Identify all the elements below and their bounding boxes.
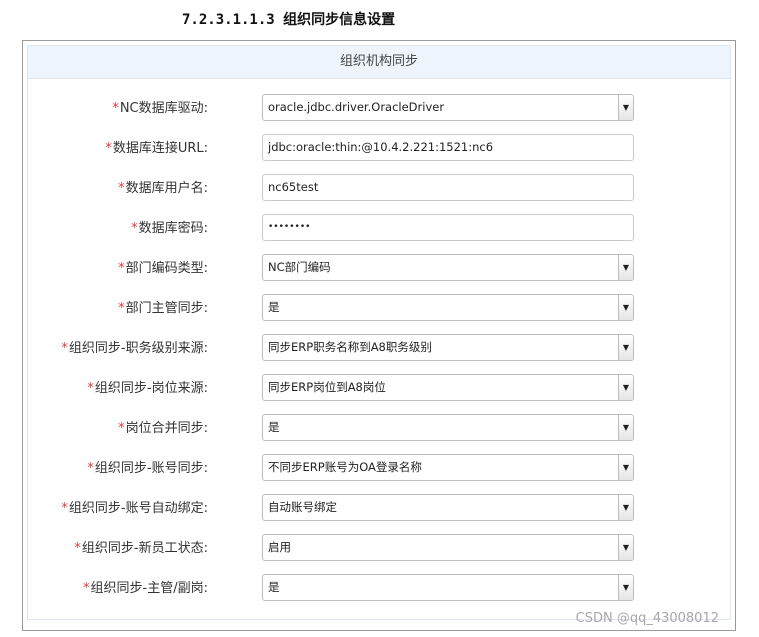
selected-value: 是	[268, 580, 280, 594]
new-employee-status-select[interactable]: 启用 ▼	[262, 534, 634, 561]
form-row-post-source: *组织同步-岗位来源: 同步ERP岗位到A8岗位 ▼	[28, 374, 730, 404]
required-marker: *	[118, 301, 125, 316]
account-auto-bind-select[interactable]: 自动账号绑定 ▼	[262, 494, 634, 521]
field-label: *数据库用户名:	[118, 174, 208, 204]
field-label: *数据库连接URL:	[105, 134, 208, 164]
post-merge-sync-select[interactable]: 是 ▼	[262, 414, 634, 441]
selected-value: oracle.jdbc.driver.OracleDriver	[268, 100, 445, 114]
required-marker: *	[74, 541, 81, 556]
csdn-watermark: CSDN @qq_43008012	[575, 611, 719, 626]
form-row-manager-deputy-post: *组织同步-主管/副岗: 是 ▼	[28, 574, 730, 604]
chevron-down-icon[interactable]: ▼	[618, 95, 633, 120]
account-sync-select[interactable]: 不同步ERP账号为OA登录名称 ▼	[262, 454, 634, 481]
selected-value: 同步ERP职务名称到A8职务级别	[268, 340, 432, 354]
chevron-down-icon[interactable]: ▼	[618, 455, 633, 480]
db-password-input[interactable]: ••••••••	[262, 214, 634, 241]
chevron-down-icon[interactable]: ▼	[618, 575, 633, 600]
required-marker: *	[131, 221, 138, 236]
field-label-text: 组织同步-账号同步:	[94, 461, 208, 476]
selected-value: 是	[268, 300, 280, 314]
form-row-dept-code-type: *部门编码类型: NC部门编码 ▼	[28, 254, 730, 284]
dept-manager-sync-select[interactable]: 是 ▼	[262, 294, 634, 321]
required-marker: *	[118, 181, 125, 196]
selected-value: 是	[268, 420, 280, 434]
field-label: *组织同步-账号同步:	[87, 454, 208, 484]
form-row-new-employee-status: *组织同步-新员工状态: 启用 ▼	[28, 534, 730, 564]
required-marker: *	[83, 581, 90, 596]
field-label: *部门主管同步:	[118, 294, 208, 324]
chevron-down-icon[interactable]: ▼	[618, 335, 633, 360]
chevron-down-icon[interactable]: ▼	[618, 255, 633, 280]
form-row-account-sync: *组织同步-账号同步: 不同步ERP账号为OA登录名称 ▼	[28, 454, 730, 484]
form-row-db-password: *数据库密码: ••••••••	[28, 214, 730, 244]
field-label-text: 组织同步-岗位来源:	[94, 381, 208, 396]
form-row-post-merge-sync: *岗位合并同步: 是 ▼	[28, 414, 730, 444]
db-url-input[interactable]: jdbc:oracle:thin:@10.4.2.221:1521:nc6	[262, 134, 634, 161]
form-row-db-url: *数据库连接URL: jdbc:oracle:thin:@10.4.2.221:…	[28, 134, 730, 164]
selected-value: 自动账号绑定	[268, 500, 337, 514]
chevron-down-icon[interactable]: ▼	[618, 495, 633, 520]
job-level-source-select[interactable]: 同步ERP职务名称到A8职务级别 ▼	[262, 334, 634, 361]
selected-value: NC部门编码	[268, 260, 331, 274]
form-row-account-auto-bind: *组织同步-账号自动绑定: 自动账号绑定 ▼	[28, 494, 730, 524]
field-label: *组织同步-职务级别来源:	[61, 334, 208, 364]
field-label-text: 数据库连接URL:	[112, 141, 208, 156]
field-label: *组织同步-新员工状态:	[74, 534, 208, 564]
nc-driver-select[interactable]: oracle.jdbc.driver.OracleDriver ▼	[262, 94, 634, 121]
required-marker: *	[61, 501, 68, 516]
form-row-nc-driver: *NC数据库驱动: oracle.jdbc.driver.OracleDrive…	[28, 94, 730, 124]
chevron-down-icon[interactable]: ▼	[618, 415, 633, 440]
selected-value: 不同步ERP账号为OA登录名称	[268, 460, 422, 474]
field-label: *组织同步-岗位来源:	[87, 374, 208, 404]
required-marker: *	[118, 261, 125, 276]
document-section-heading: 7.2.3.1.1.3 组织同步信息设置	[182, 12, 396, 28]
field-label: *数据库密码:	[131, 214, 208, 244]
dept-code-type-select[interactable]: NC部门编码 ▼	[262, 254, 634, 281]
chevron-down-icon[interactable]: ▼	[618, 375, 633, 400]
form-row-dept-manager-sync: *部门主管同步: 是 ▼	[28, 294, 730, 324]
form-row-job-level-source: *组织同步-职务级别来源: 同步ERP职务名称到A8职务级别 ▼	[28, 334, 730, 364]
field-label: *NC数据库驱动:	[112, 94, 208, 124]
screenshot-frame: 组织机构同步 *NC数据库驱动: oracle.jdbc.driver.Orac…	[22, 40, 736, 631]
manager-deputy-post-select[interactable]: 是 ▼	[262, 574, 634, 601]
required-marker: *	[118, 421, 125, 436]
field-label-text: 组织同步-账号自动绑定:	[68, 501, 208, 516]
chevron-down-icon[interactable]: ▼	[618, 535, 633, 560]
field-label-text: 组织同步-新员工状态:	[81, 541, 208, 556]
field-label-text: 岗位合并同步:	[125, 421, 208, 436]
field-label: *组织同步-账号自动绑定:	[61, 494, 208, 524]
db-username-input[interactable]: nc65test	[262, 174, 634, 201]
field-label-text: 数据库密码:	[138, 221, 208, 236]
required-marker: *	[87, 461, 94, 476]
org-sync-panel: 组织机构同步 *NC数据库驱动: oracle.jdbc.driver.Orac…	[27, 45, 731, 620]
field-label-text: 部门编码类型:	[125, 261, 208, 276]
field-label: *部门编码类型:	[118, 254, 208, 284]
post-source-select[interactable]: 同步ERP岗位到A8岗位 ▼	[262, 374, 634, 401]
selected-value: 启用	[268, 540, 291, 554]
required-marker: *	[105, 141, 112, 156]
required-marker: *	[61, 341, 68, 356]
field-label: *岗位合并同步:	[118, 414, 208, 444]
field-label-text: 组织同步-主管/副岗:	[90, 581, 208, 596]
chevron-down-icon[interactable]: ▼	[618, 295, 633, 320]
panel-title: 组织机构同步	[28, 46, 730, 79]
form-row-db-user: *数据库用户名: nc65test	[28, 174, 730, 204]
field-label-text: 数据库用户名:	[125, 181, 208, 196]
selected-value: 同步ERP岗位到A8岗位	[268, 380, 386, 394]
field-label-text: NC数据库驱动:	[119, 101, 208, 116]
field-label: *组织同步-主管/副岗:	[83, 574, 208, 604]
required-marker: *	[87, 381, 94, 396]
field-label-text: 部门主管同步:	[125, 301, 208, 316]
field-label-text: 组织同步-职务级别来源:	[68, 341, 208, 356]
required-marker: *	[112, 101, 119, 116]
